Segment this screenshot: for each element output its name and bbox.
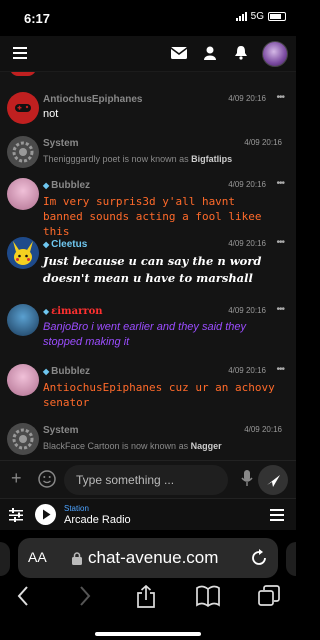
- message-time: 4/09 20:16: [228, 239, 266, 248]
- browser-chrome: AA chat-avenue.com: [0, 530, 296, 640]
- message-username[interactable]: AntiochusEpiphanes: [43, 94, 142, 105]
- message-input-bar: + Type something ...: [0, 460, 296, 498]
- bookmarks-icon[interactable]: [196, 585, 220, 607]
- chat-message: ◆ Cleetus 4/09 20:16 ••• Just because u c…: [0, 235, 296, 295]
- mail-icon[interactable]: [171, 46, 187, 60]
- back-icon[interactable]: [16, 585, 30, 607]
- chat-message: AntiochusEpiphanes 4/09 20:16 ••• not: [0, 90, 296, 134]
- signal-icon: [235, 12, 247, 21]
- chat-message: ◆ Bubblez 4/09 20:16 ••• Im very surpris3…: [0, 176, 296, 238]
- message-time: 4/09 20:16: [228, 306, 266, 315]
- message-username[interactable]: ◆ Bubblez: [43, 366, 90, 377]
- message-username[interactable]: ◆ Cleetus: [43, 239, 87, 250]
- bell-icon[interactable]: [235, 46, 247, 60]
- message-avatar[interactable]: [7, 364, 39, 396]
- plus-icon[interactable]: +: [11, 468, 22, 489]
- message-time: 4/09 20:16: [228, 94, 266, 103]
- message-text: Just because u can say the n word doesn'…: [43, 254, 262, 285]
- play-button[interactable]: [35, 504, 56, 525]
- message-options-icon[interactable]: •••: [276, 92, 284, 103]
- status-bar: 6:17 5G: [0, 0, 296, 36]
- play-icon: [43, 509, 51, 520]
- chat-log: AntiochusEpiphanes 4/09 20:16 ••• not Sy…: [0, 72, 296, 460]
- gem-icon: ◆: [43, 240, 50, 249]
- message-username[interactable]: ◆ Bubblez: [43, 180, 90, 191]
- network-label: 5G: [250, 11, 264, 22]
- share-icon[interactable]: [136, 585, 156, 609]
- station-name: Arcade Radio: [64, 514, 131, 526]
- send-icon: [267, 475, 280, 487]
- url-text: chat-avenue.com: [88, 548, 219, 567]
- chat-message: System 4/09 20:16 Thenigggardly poet is …: [0, 134, 296, 174]
- message-options-icon[interactable]: •••: [276, 304, 284, 315]
- message-time: 4/09 20:16: [228, 366, 266, 375]
- gear-icon: [12, 428, 34, 450]
- battery-icon: [268, 12, 286, 21]
- user-avatar[interactable]: [262, 41, 288, 67]
- reader-settings-button[interactable]: AA: [28, 549, 47, 565]
- gear-icon: [12, 141, 34, 163]
- microphone-icon[interactable]: [241, 470, 253, 488]
- reload-icon[interactable]: [251, 549, 268, 567]
- chat-message: ◆ εimarron 4/09 20:16 ••• BanjoBro i went…: [0, 302, 296, 358]
- gamepad-icon: [15, 104, 31, 112]
- message-avatar[interactable]: [7, 178, 39, 210]
- message-text: Im very surpris3d y'all havnt banned sou…: [43, 195, 262, 238]
- message-time: 4/09 20:16: [228, 180, 266, 189]
- pikachu-icon: [13, 241, 33, 265]
- radio-player: Station Arcade Radio: [0, 498, 296, 530]
- lock-icon: [72, 552, 82, 565]
- user-icon[interactable]: [204, 46, 216, 60]
- message-avatar[interactable]: [7, 237, 39, 269]
- message-username[interactable]: System: [43, 425, 79, 436]
- chat-message: System 4/09 20:16 BlackFace Cartoon is n…: [0, 421, 296, 460]
- message-options-icon[interactable]: •••: [276, 178, 284, 189]
- message-text: BanjoBro i went earlier and they said th…: [43, 321, 247, 348]
- forward-icon[interactable]: [78, 585, 92, 607]
- gem-icon: ◆: [43, 306, 50, 316]
- message-time: 4/09 20:16: [244, 425, 282, 434]
- message-text: BlackFace Cartoon is now known as Nagger: [43, 441, 222, 451]
- message-options-icon[interactable]: •••: [276, 237, 284, 248]
- previous-avatar-partial: [10, 72, 36, 76]
- message-avatar[interactable]: [7, 92, 39, 124]
- emoji-icon[interactable]: [38, 470, 56, 488]
- station-label: Station: [64, 504, 89, 513]
- player-menu-icon[interactable]: [270, 509, 284, 521]
- message-input[interactable]: Type something ...: [64, 465, 228, 495]
- message-options-icon[interactable]: •••: [276, 364, 284, 375]
- gem-icon: ◆: [43, 181, 50, 190]
- chat-message: ◆ Bubblez 4/09 20:16 ••• AntiochusEpiphan…: [0, 362, 296, 416]
- next-tab-edge[interactable]: [286, 542, 296, 576]
- home-indicator: [95, 632, 201, 636]
- message-username[interactable]: ◆ εimarron: [43, 306, 103, 317]
- message-text: not: [43, 108, 59, 120]
- message-time: 4/09 20:16: [244, 138, 282, 147]
- gem-icon: ◆: [43, 367, 50, 376]
- message-username[interactable]: System: [43, 138, 79, 149]
- status-indicators: 5G: [235, 11, 286, 22]
- app-header: [0, 36, 296, 72]
- message-text: AntiochusEpiphanes cuz ur an achovy sena…: [43, 381, 275, 409]
- message-text: Thenigggardly poet is now known as Bigfa…: [43, 154, 233, 164]
- hamburger-icon[interactable]: [13, 47, 27, 59]
- equalizer-icon[interactable]: [9, 508, 23, 522]
- prev-tab-edge[interactable]: [0, 542, 10, 576]
- system-avatar: [7, 423, 39, 455]
- send-button[interactable]: [258, 465, 288, 495]
- message-avatar[interactable]: [7, 304, 39, 336]
- status-time: 6:17: [24, 11, 51, 26]
- address-bar[interactable]: AA chat-avenue.com: [18, 538, 278, 578]
- system-avatar: [7, 136, 39, 168]
- tabs-icon[interactable]: [258, 585, 280, 607]
